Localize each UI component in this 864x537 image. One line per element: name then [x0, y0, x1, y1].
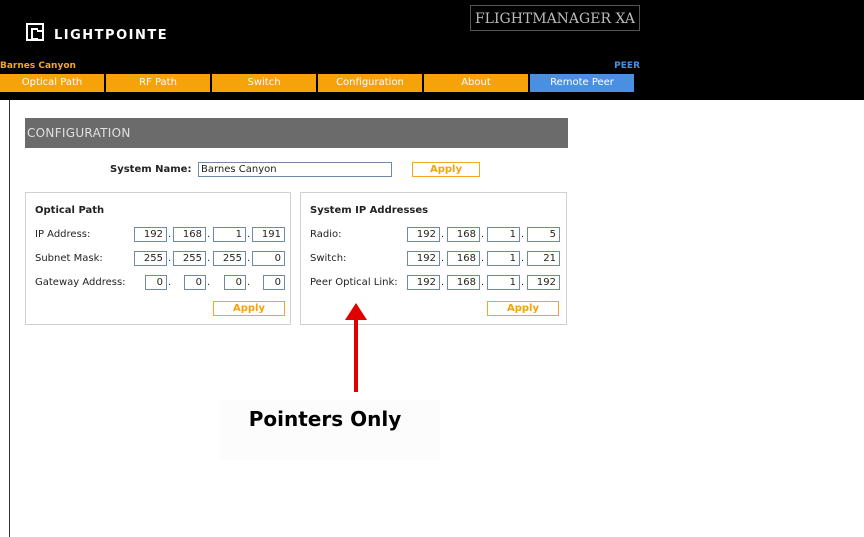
radio-octet-2[interactable]: 168: [447, 227, 480, 242]
optical-path-apply-button[interactable]: Apply: [213, 301, 285, 316]
tab-remote-peer[interactable]: Remote Peer: [530, 74, 634, 92]
gateway-octet-4[interactable]: 0: [263, 275, 285, 290]
peer-link-octet-1[interactable]: 192: [407, 275, 440, 290]
switch-octet-2[interactable]: 168: [447, 251, 480, 266]
gateway-octet-2[interactable]: 0: [184, 275, 206, 290]
radio-octet-4[interactable]: 5: [527, 227, 560, 242]
switch-octet-4[interactable]: 21: [527, 251, 560, 266]
radio-label: Radio:: [310, 229, 342, 240]
site-name: Barnes Canyon: [0, 61, 76, 71]
peer-optical-link-label: Peer Optical Link:: [310, 277, 398, 288]
red-arrow-shaft: [354, 318, 358, 392]
logo-text: LIGHTPOINTE: [54, 28, 169, 43]
system-name-input[interactable]: Barnes Canyon: [198, 162, 392, 177]
ip-address-octet-2[interactable]: 168: [173, 227, 206, 242]
main-nav: Optical Path RF Path Switch Configuratio…: [0, 74, 636, 92]
system-ip-apply-button[interactable]: Apply: [487, 301, 559, 316]
peer-link-octet-4[interactable]: 192: [527, 275, 560, 290]
annotation-box: Pointers Only: [220, 400, 440, 460]
system-ip-title: System IP Addresses: [310, 205, 429, 216]
peer-link-octet-2[interactable]: 168: [447, 275, 480, 290]
peer-link-octet-3[interactable]: 1: [487, 275, 520, 290]
content-left-border: [9, 100, 10, 537]
gateway-octet-3[interactable]: 0: [224, 275, 246, 290]
tab-rf-path[interactable]: RF Path: [106, 74, 210, 92]
tab-switch[interactable]: Switch: [212, 74, 316, 92]
app-header: LIGHTPOINTE FLIGHTMANAGER XA Barnes Cany…: [0, 0, 864, 100]
ip-address-octet-3[interactable]: 1: [213, 227, 246, 242]
tab-configuration[interactable]: Configuration: [318, 74, 422, 92]
subnet-mask-octet-4[interactable]: 0: [252, 251, 285, 266]
radio-octet-1[interactable]: 192: [407, 227, 440, 242]
radio-octet-3[interactable]: 1: [487, 227, 520, 242]
annotation-text: Pointers Only: [248, 407, 402, 431]
lightpointe-logo: LIGHTPOINTE: [26, 20, 168, 43]
subnet-mask-octet-3[interactable]: 255: [213, 251, 246, 266]
subnet-mask-octet-2[interactable]: 255: [173, 251, 206, 266]
ip-address-octet-4[interactable]: 191: [252, 227, 285, 242]
product-title: FLIGHTMANAGER XA: [470, 5, 640, 31]
system-name-label: System Name:: [110, 164, 192, 175]
optical-path-title: Optical Path: [35, 205, 105, 216]
subnet-mask-octet-1[interactable]: 255: [134, 251, 167, 266]
switch-octet-3[interactable]: 1: [487, 251, 520, 266]
ip-address-label: IP Address:: [35, 229, 91, 240]
gateway-address-label: Gateway Address:: [35, 277, 126, 288]
peer-label: PEER: [614, 61, 640, 71]
switch-octet-1[interactable]: 192: [407, 251, 440, 266]
subnet-mask-label: Subnet Mask:: [35, 253, 103, 264]
system-name-apply-button[interactable]: Apply: [412, 162, 480, 177]
gateway-octet-1[interactable]: 0: [145, 275, 167, 290]
section-title-bar: CONFIGURATION: [25, 118, 568, 148]
switch-label: Switch:: [310, 253, 347, 264]
ip-address-octet-1[interactable]: 192: [134, 227, 167, 242]
logo-mark-icon: [26, 22, 44, 41]
tab-about[interactable]: About: [424, 74, 528, 92]
tab-optical-path[interactable]: Optical Path: [0, 74, 104, 92]
